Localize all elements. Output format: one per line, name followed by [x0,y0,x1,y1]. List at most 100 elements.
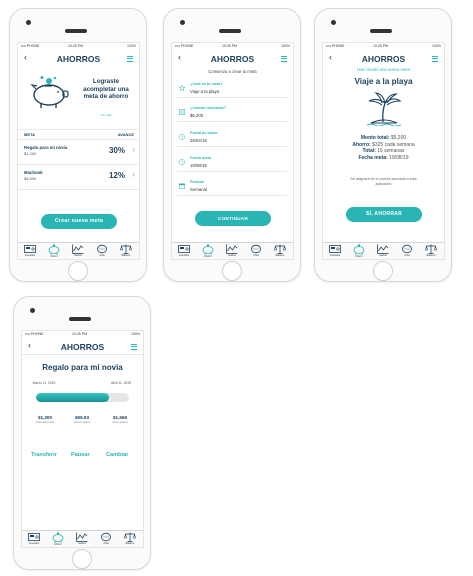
home-button[interactable] [68,261,88,281]
home-button[interactable] [72,549,92,569]
tab-label: Ahorro [50,255,58,258]
create-goal-button[interactable]: Crear nueva meta [41,214,117,229]
phone-2: •••• PHONE 10:25 PM 100% ‹ AHORROS Comie… [163,8,301,282]
clock-icon [179,159,185,165]
summary-line: Monto total: $5,200 [323,135,444,142]
page-title: AHORROS [361,54,406,64]
start-date-field[interactable]: Fecha de inicio 25/04/19 [177,128,287,147]
camera [26,20,31,25]
tab-chat[interactable]: Chat [244,244,268,259]
field-label: ¿Cuál es tu meta? [190,82,223,86]
page-title: AHORROS [60,342,105,352]
scale-icon [274,244,286,254]
chat-icon [251,244,261,254]
menu-icon[interactable] [432,56,438,63]
scale-icon [124,532,136,542]
amount-field[interactable]: ¿Cuánto necesitas? $5,200 [177,103,287,122]
goal-name-field[interactable]: ¿Cuál es tu meta? Viaje a la playa [177,79,287,98]
divider [18,164,139,165]
tab-ahorro[interactable]: Ahorro [46,532,70,547]
tab-chat[interactable]: Chat [395,244,419,259]
status-time: 10:25 PM [373,44,388,48]
status-time: 10:25 PM [72,332,87,336]
tab-label: Gastos [228,254,236,257]
period-field[interactable]: Periodo Semanal [177,177,287,196]
tab-inventario[interactable]: Inventario [323,244,347,259]
status-battery: 100% [432,44,441,48]
promo-link[interactable]: Ver más [76,113,136,117]
nav-bar: ‹ AHORROS [323,51,444,65]
list-item[interactable]: Regalo para mi novia $1,200 30% › [18,143,139,165]
progress-fill [36,393,109,402]
confirm-save-button[interactable]: SÍ, AHORRAR [346,207,422,222]
divider [22,354,143,355]
continue-button[interactable]: CONTINUAR [195,211,271,226]
field-value: Semanal [190,186,207,192]
tab-balance[interactable]: Balance [114,244,138,259]
tab-gastos[interactable]: Gastos [70,532,94,547]
target-date-field[interactable]: Fecha meta 19/08/19 [177,153,287,172]
transfer-button[interactable]: Transferir [31,452,57,458]
piggy-icon [202,244,214,255]
page-title: AHORROS [210,54,255,64]
status-battery: 100% [281,44,290,48]
list-item[interactable]: Macbook $4,500 12% › [18,168,139,190]
status-battery: 100% [127,44,136,48]
summary-label: Monto total: [360,135,390,141]
menu-icon[interactable] [281,56,287,63]
chart-icon [377,244,389,254]
change-button[interactable]: Cambiar [106,452,128,458]
divider [18,139,139,140]
status-bar: •••• PHONE 10:25 PM 100% [18,43,139,50]
tab-inventario[interactable]: Inventario [22,532,46,547]
goal-amount: $1,200 [24,151,37,156]
tab-ahorro[interactable]: Ahorro [347,244,371,259]
menu-icon[interactable] [131,344,137,351]
summary-value: 19/08/19 [389,154,409,161]
menu-icon[interactable] [127,56,133,63]
tab-balance[interactable]: Balance [419,244,443,259]
tab-ahorro[interactable]: Ahorro [196,244,220,259]
tab-balance[interactable]: Balance [118,532,142,547]
tab-label: Inventario [329,254,341,257]
form-intro: Comienza a crear tu meta [208,69,257,74]
pause-button[interactable]: Pausar [71,452,90,458]
tab-balance[interactable]: Balance [268,244,292,259]
money-icon [179,109,185,115]
goal-progress-percent: 12% [108,171,125,180]
tab-label: Balance [426,254,436,257]
divider [18,129,139,130]
tab-label: Inventario [24,254,36,257]
stat-label: total ahorrado [35,420,55,424]
calendar-icon [179,183,185,189]
tab-chat[interactable]: Chat [90,244,114,259]
tab-label: Inventario [28,542,40,545]
chat-icon [101,532,111,542]
stat: $1,300 total ahorrado [27,415,63,424]
wallet-icon [24,245,36,253]
tab-inventario[interactable]: Inventario [172,244,196,259]
tab-ahorro[interactable]: Ahorro [42,244,66,259]
piggy-icon [52,532,64,543]
tab-label: Gastos [78,542,86,545]
nav-bar: ‹ AHORROS [22,339,143,353]
tab-gastos[interactable]: Gastos [371,244,395,259]
tab-bar: Inventario Ahorro Gastos Chat Balance [323,242,444,259]
tab-inventario[interactable]: Inventario [18,244,42,259]
tab-gastos[interactable]: Gastos [220,244,244,259]
status-carrier: •••• PHONE [175,44,194,48]
goal-title: Viaje a la playa [354,77,413,86]
status-bar: •••• PHONE 10:25 PM 100% [323,43,444,50]
tab-label: Balance [125,542,135,545]
camera [331,20,336,25]
tab-label: Balance [121,254,131,257]
home-button[interactable] [373,261,393,281]
tab-label: Ahorro [204,255,212,258]
tab-gastos[interactable]: Gastos [66,244,90,259]
home-button[interactable] [222,261,242,281]
tab-chat[interactable]: Chat [94,532,118,547]
tab-label: Chat [404,254,410,257]
field-label: Fecha meta [190,156,211,160]
phone-1: •••• PHONE 10:25 PM 100% ‹ AHORROS Logra… [9,8,147,282]
chart-icon [76,532,88,542]
